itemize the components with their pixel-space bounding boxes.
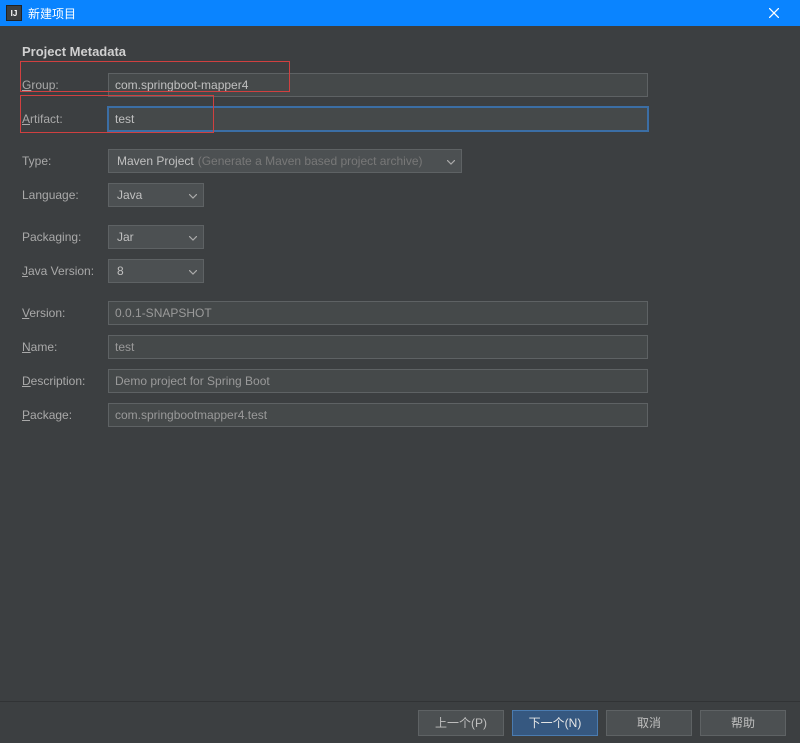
label-package: Package: [22, 408, 108, 422]
version-field[interactable]: 0.0.1-SNAPSHOT [108, 301, 648, 325]
chevron-down-icon [189, 264, 197, 278]
label-java-version: Java Version: [22, 264, 108, 278]
description-field[interactable]: Demo project for Spring Boot [108, 369, 648, 393]
previous-button[interactable]: 上一个(P) [418, 710, 504, 736]
chevron-down-icon [189, 230, 197, 244]
language-value: Java [117, 188, 142, 202]
packaging-value: Jar [117, 230, 134, 244]
package-field[interactable]: com.springbootmapper4.test [108, 403, 648, 427]
label-group: Group: [22, 78, 108, 92]
cancel-button[interactable]: 取消 [606, 710, 692, 736]
chevron-down-icon [447, 154, 455, 168]
java-version-dropdown[interactable]: 8 [108, 259, 204, 283]
type-value: Maven Project [117, 154, 194, 168]
next-button[interactable]: 下一个(N) [512, 710, 598, 736]
group-input[interactable] [108, 73, 648, 97]
row-version: Version: 0.0.1-SNAPSHOT [22, 301, 778, 325]
close-button[interactable] [754, 0, 794, 26]
content-area: Project Metadata Group: Artifact: Type: … [0, 26, 800, 701]
row-description: Description: Demo project for Spring Boo… [22, 369, 778, 393]
row-language: Language: Java [22, 183, 778, 207]
name-field[interactable]: test [108, 335, 648, 359]
type-hint: (Generate a Maven based project archive) [198, 154, 423, 168]
label-packaging: Packaging: [22, 230, 108, 244]
type-dropdown[interactable]: Maven Project (Generate a Maven based pr… [108, 149, 462, 173]
label-name: Name: [22, 340, 108, 354]
section-title: Project Metadata [22, 44, 778, 59]
title-bar: IJ 新建项目 [0, 0, 800, 26]
help-button[interactable]: 帮助 [700, 710, 786, 736]
chevron-down-icon [189, 188, 197, 202]
label-language: Language: [22, 188, 108, 202]
row-name: Name: test [22, 335, 778, 359]
language-dropdown[interactable]: Java [108, 183, 204, 207]
label-type: Type: [22, 154, 108, 168]
row-group: Group: [22, 73, 778, 97]
row-type: Type: Maven Project (Generate a Maven ba… [22, 149, 778, 173]
close-icon [769, 8, 779, 18]
java-version-value: 8 [117, 264, 124, 278]
row-packaging: Packaging: Jar [22, 225, 778, 249]
row-package: Package: com.springbootmapper4.test [22, 403, 778, 427]
label-description: Description: [22, 374, 108, 388]
window-title: 新建项目 [28, 5, 754, 22]
app-icon: IJ [6, 5, 22, 21]
row-java-version: Java Version: 8 [22, 259, 778, 283]
artifact-input[interactable] [108, 107, 648, 131]
packaging-dropdown[interactable]: Jar [108, 225, 204, 249]
button-bar: 上一个(P) 下一个(N) 取消 帮助 [0, 701, 800, 743]
label-artifact: Artifact: [22, 112, 108, 126]
label-version: Version: [22, 306, 108, 320]
row-artifact: Artifact: [22, 107, 778, 131]
